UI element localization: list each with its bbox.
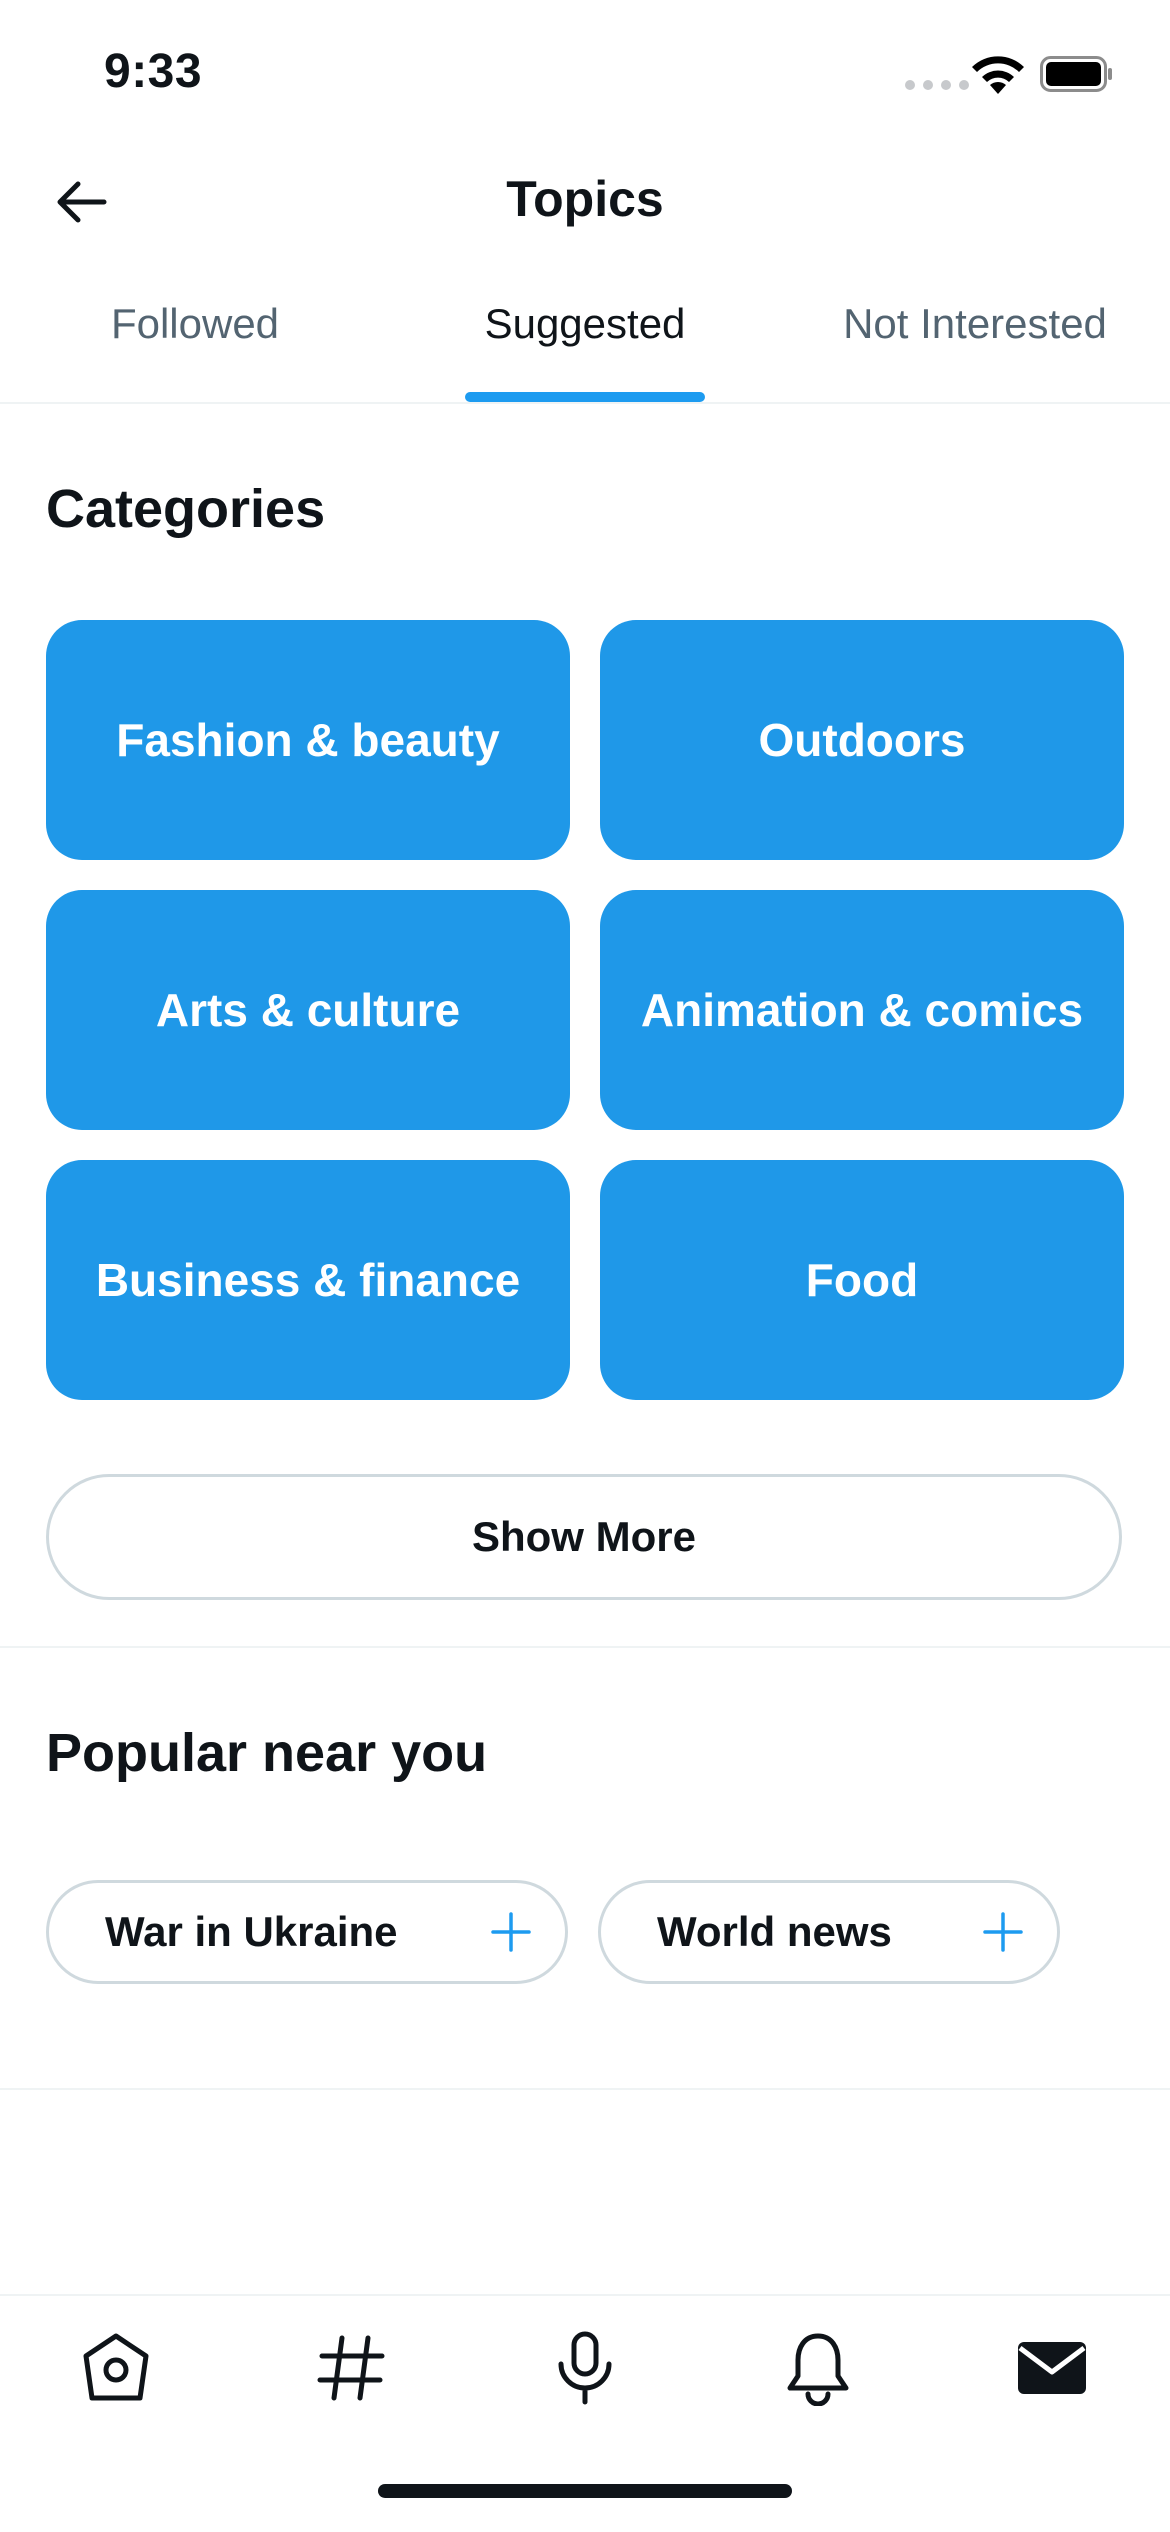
category-animation-comics[interactable]: Animation & comics (600, 890, 1124, 1130)
microphone-icon[interactable] (547, 2330, 623, 2406)
plus-icon[interactable] (983, 1912, 1023, 1952)
page-title: Topics (506, 171, 664, 227)
cellular-signal-icon (905, 80, 969, 90)
category-business-finance[interactable]: Business & finance (46, 1160, 570, 1400)
topic-pill-world-news[interactable]: World news (598, 1880, 1060, 1984)
topic-pill-war-in-ukraine[interactable]: War in Ukraine (46, 1880, 568, 1984)
home-icon[interactable] (78, 2330, 154, 2406)
topic-pill-label: War in Ukraine (105, 1908, 398, 1955)
battery-icon (1040, 56, 1112, 92)
hashtag-icon[interactable] (314, 2330, 390, 2406)
popular-heading: Popular near you (46, 1723, 488, 1783)
home-indicator[interactable] (378, 2484, 792, 2498)
bell-icon[interactable] (780, 2330, 856, 2406)
divider (0, 402, 1170, 404)
divider (0, 1646, 1170, 1648)
category-food[interactable]: Food (600, 1160, 1124, 1400)
tab-suggested[interactable]: Suggested (390, 300, 780, 348)
active-tab-indicator (465, 392, 705, 402)
category-fashion-beauty[interactable]: Fashion & beauty (46, 620, 570, 860)
category-outdoors[interactable]: Outdoors (600, 620, 1124, 860)
bottom-nav-divider (0, 2294, 1170, 2296)
status-time: 9:33 (104, 45, 203, 98)
wifi-icon (972, 56, 1024, 94)
show-more-button[interactable]: Show More (46, 1474, 1122, 1600)
topic-pill-label: World news (657, 1908, 892, 1955)
tab-followed[interactable]: Followed (0, 300, 390, 348)
category-arts-culture[interactable]: Arts & culture (46, 890, 570, 1130)
mail-icon[interactable] (1014, 2330, 1090, 2406)
categories-heading: Categories (46, 479, 326, 539)
tab-not-interested[interactable]: Not Interested (780, 300, 1170, 348)
divider (0, 2088, 1170, 2090)
plus-icon[interactable] (491, 1912, 531, 1952)
